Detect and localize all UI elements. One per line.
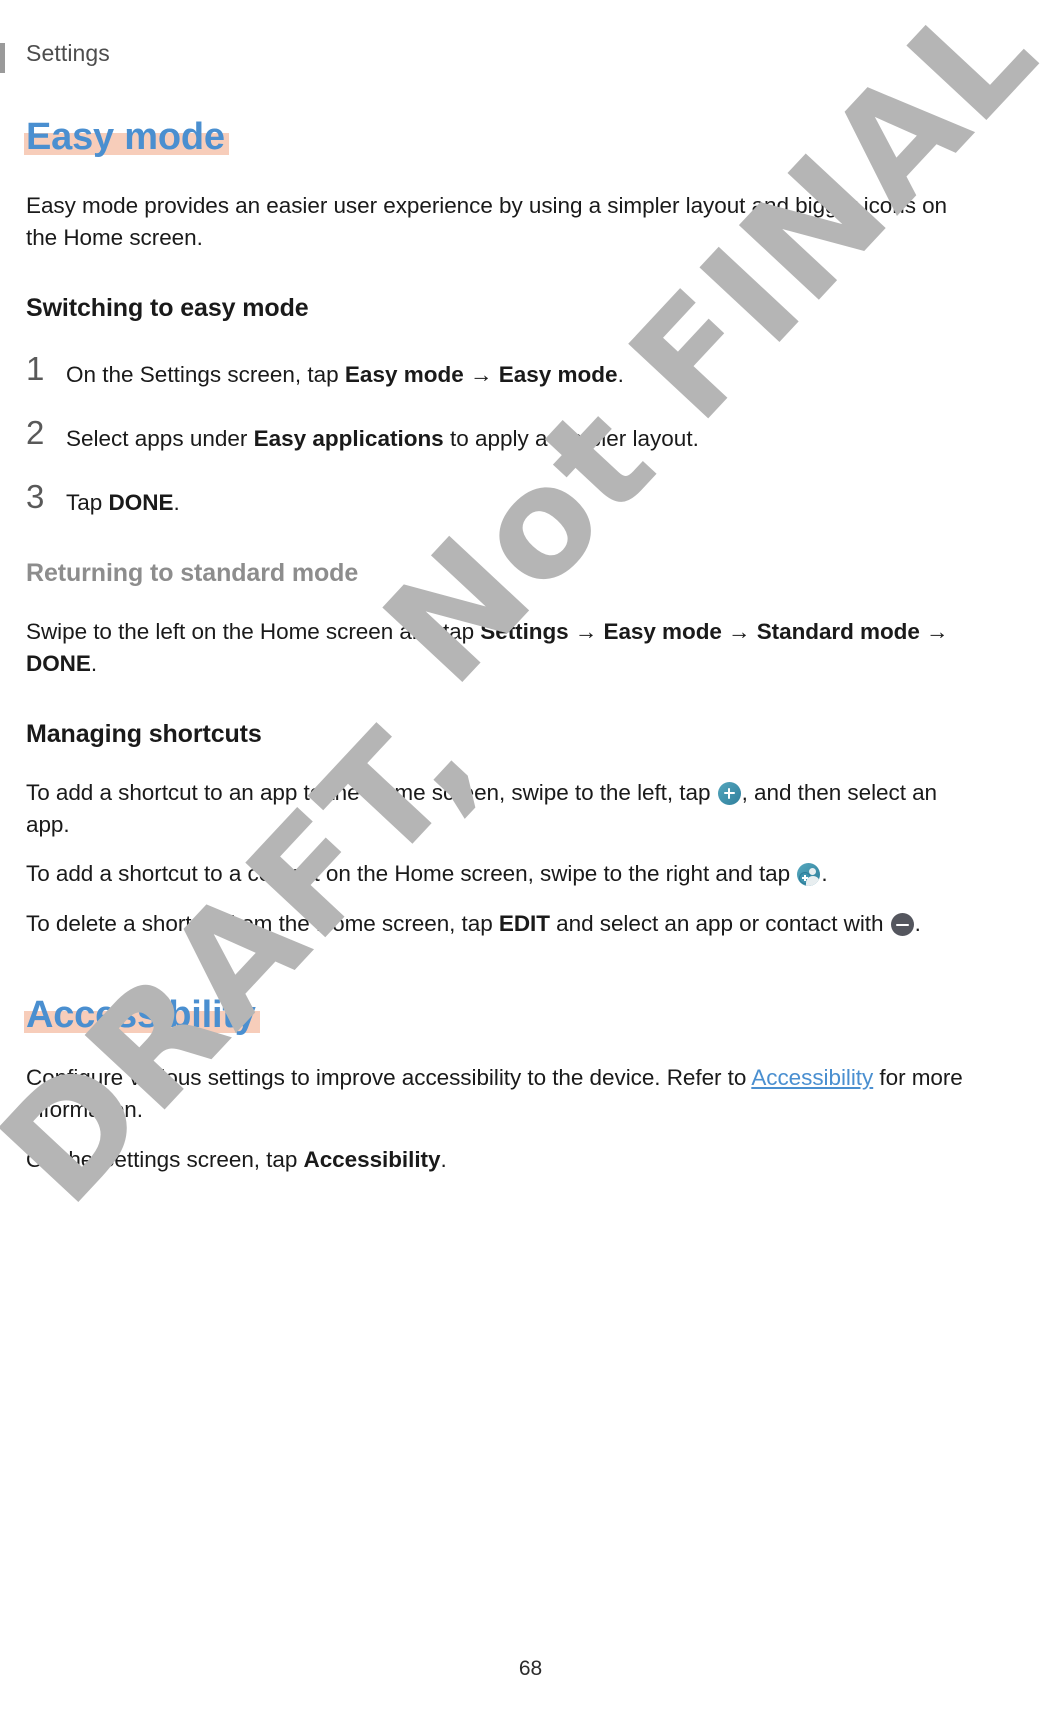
- section-heading-accessibility: Accessibility: [24, 994, 260, 1037]
- accessibility-cross-reference-link[interactable]: Accessibility: [751, 1065, 873, 1090]
- add-contact-body: [805, 875, 820, 887]
- managing-shortcuts-paragraph-3: To delete a shortcut from the Home scree…: [26, 908, 971, 940]
- step-number: 1: [26, 349, 45, 387]
- page-content: Easy mode Easy mode provides an easier u…: [24, 116, 971, 1176]
- paragraph-post: .: [90, 650, 98, 676]
- accessibility-paragraph-1: Configure various settings to improve ac…: [26, 1062, 971, 1126]
- running-header: Settings: [0, 40, 1061, 76]
- step-text-pre: Tap: [66, 489, 109, 515]
- step-bold-easy-applications: Easy applications: [253, 425, 444, 451]
- paragraph-mid: and select an app or contact with: [549, 911, 890, 937]
- section-heading-easy-mode: Easy mode: [24, 116, 229, 158]
- step-text-pre: On the Settings screen, tap: [66, 361, 345, 387]
- section-heading-accessibility-text: Accessibility: [24, 994, 260, 1037]
- accessibility-paragraph-2: On the Settings screen, tap Accessibilit…: [26, 1144, 971, 1176]
- subheading-switching-to-easy-mode: Switching to easy mode: [26, 293, 309, 322]
- step-number: 2: [26, 413, 45, 451]
- section-heading-easy-mode-text: Easy mode: [24, 116, 229, 158]
- step-bold-done: DONE: [108, 489, 174, 515]
- step-item: 3 Tap DONE.: [26, 479, 971, 519]
- subheading-returning-to-standard-mode: Returning to standard mode: [26, 558, 359, 587]
- step-text-post: to apply a simpler layout.: [443, 425, 699, 451]
- managing-shortcuts-paragraph-2: To add a shortcut to a contact on the Ho…: [26, 858, 971, 890]
- bold-done: DONE: [26, 650, 91, 676]
- bold-accessibility: Accessibility: [303, 1147, 441, 1173]
- paragraph-pre: On the Settings screen, tap: [26, 1147, 304, 1173]
- paragraph-post: .: [821, 861, 828, 887]
- step-text-post: .: [617, 361, 624, 387]
- step-text-post: .: [173, 489, 180, 515]
- header-rule: [0, 43, 5, 73]
- step-arrow: →: [463, 361, 499, 387]
- step-text: On the Settings screen, tap Easy mode → …: [66, 351, 624, 391]
- arrow-3: →: [919, 618, 949, 644]
- arrow-1: →: [568, 618, 604, 644]
- paragraph-pre: To add a shortcut to a contact on the Ho…: [26, 861, 797, 887]
- easy-mode-intro-paragraph: Easy mode provides an easier user experi…: [26, 193, 948, 250]
- paragraph-pre: Configure various settings to improve ac…: [26, 1065, 752, 1091]
- add-plus-icon: [717, 781, 741, 805]
- bold-edit: EDIT: [498, 911, 550, 937]
- paragraph-pre: Swipe to the left on the Home screen and…: [26, 618, 481, 644]
- arrow-2: →: [721, 618, 757, 644]
- step-bold-easy-mode-2: Easy mode: [498, 361, 618, 387]
- step-text: Select apps under Easy applications to a…: [66, 415, 699, 455]
- subheading-managing-shortcuts: Managing shortcuts: [26, 719, 262, 748]
- step-text: Tap DONE.: [66, 479, 180, 519]
- returning-to-standard-mode-paragraph: Swipe to the left on the Home screen and…: [26, 616, 971, 680]
- add-contact-icon: [797, 863, 821, 887]
- add-contact-head: [809, 867, 817, 875]
- document-page: Settings Easy mode Easy mode provides an…: [0, 0, 1061, 1719]
- remove-minus-icon: [890, 913, 914, 937]
- page-number: 68: [518, 1657, 543, 1680]
- step-bold-easy-mode-1: Easy mode: [344, 361, 464, 387]
- step-number: 3: [26, 477, 45, 515]
- step-item: 1 On the Settings screen, tap Easy mode …: [26, 351, 971, 391]
- bold-standard-mode: Standard mode: [756, 618, 920, 644]
- paragraph-post: .: [914, 911, 921, 937]
- paragraph-pre: To add a shortcut to an app to the Home …: [26, 779, 717, 805]
- paragraph-pre: To delete a shortcut from the Home scree…: [26, 911, 499, 937]
- bold-settings: Settings: [480, 618, 569, 644]
- paragraph-post: .: [440, 1147, 447, 1173]
- bold-easy-mode: Easy mode: [603, 618, 722, 644]
- managing-shortcuts-paragraph-1: To add a shortcut to an app to the Home …: [26, 777, 971, 841]
- step-item: 2 Select apps under Easy applications to…: [26, 415, 971, 455]
- header-title: Settings: [26, 40, 110, 66]
- step-text-pre: Select apps under: [66, 425, 254, 451]
